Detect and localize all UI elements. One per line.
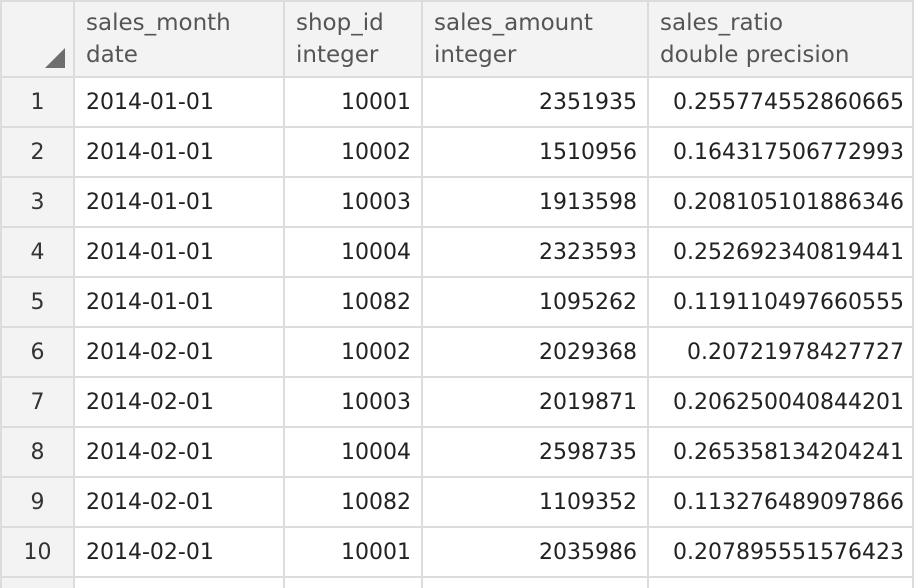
table-row[interactable]: 8 2014-02-01 10004 2598735 0.26535813420… [0,426,914,478]
row-number[interactable]: 4 [0,226,75,278]
cell-shop-id[interactable]: 10003 [283,376,423,428]
cell-sales-amount[interactable]: 2035986 [421,526,649,578]
cell-sales-amount[interactable]: 2598735 [421,426,649,478]
cell-sales-amount[interactable]: 2019871 [421,376,649,428]
table-row[interactable]: 3 2014-01-01 10003 1913598 0.20810510188… [0,176,914,228]
table-row[interactable]: 10 2014-02-01 10001 2035986 0.2078955515… [0,526,914,578]
cell-shop-id[interactable]: 10001 [283,76,423,128]
cell-sales-amount[interactable]: 1913598 [421,176,649,228]
cell-shop-id[interactable]: 10082 [283,476,423,528]
table-row[interactable]: 4 2014-01-01 10004 2323593 0.25269234081… [0,226,914,278]
cell-sales-month[interactable]: 2014-02-01 [73,326,285,378]
row-number[interactable]: 5 [0,276,75,328]
table-row[interactable]: 6 2014-02-01 10002 2029368 0.20721978427… [0,326,914,378]
cell-sales-month[interactable]: 2014-01-01 [73,176,285,228]
cell-sales-ratio[interactable]: 0.20721978427727 [647,326,914,378]
table-header: sales_month date shop_id integer sales_a… [0,0,914,78]
row-number[interactable]: 6 [0,326,75,378]
row-number [0,576,75,588]
cell-sales-month[interactable]: 2014-02-01 [73,426,285,478]
column-name: shop_id [296,10,384,36]
cell-sales-ratio[interactable]: 0.255774552860665 [647,76,914,128]
results-table: sales_month date shop_id integer sales_a… [0,0,914,588]
cell-sales-ratio[interactable]: 0.265358134204241 [647,426,914,478]
cell-sales-amount[interactable]: 2323593 [421,226,649,278]
row-number[interactable]: 9 [0,476,75,528]
table-row[interactable]: 7 2014-02-01 10003 2019871 0.20625004084… [0,376,914,428]
cell-sales-ratio[interactable]: 0.252692340819441 [647,226,914,278]
cell-sales-month[interactable]: 2014-01-01 [73,226,285,278]
column-type: integer [434,42,517,68]
select-all-triangle-icon [45,48,65,68]
column-name: sales_amount [434,10,593,36]
results-grid: sales_month date shop_id integer sales_a… [0,0,920,588]
table-row-partial [0,576,914,588]
cell-sales-amount[interactable]: 2029368 [421,326,649,378]
cell-shop-id[interactable]: 10002 [283,126,423,178]
column-name: sales_month [86,10,231,36]
column-type: date [86,42,138,68]
column-header-shop-id[interactable]: shop_id integer [283,0,423,78]
cell-sales-ratio[interactable]: 0.113276489097866 [647,476,914,528]
cell-sales-amount[interactable]: 1109352 [421,476,649,528]
cell-shop-id[interactable]: 10003 [283,176,423,228]
table-row[interactable]: 5 2014-01-01 10082 1095262 0.11911049766… [0,276,914,328]
cell-shop-id[interactable]: 10004 [283,426,423,478]
column-header-sales-month[interactable]: sales_month date [73,0,285,78]
cell-sales-ratio[interactable]: 0.164317506772993 [647,126,914,178]
cell-shop-id[interactable]: 10001 [283,526,423,578]
row-number[interactable]: 8 [0,426,75,478]
column-header-sales-ratio[interactable]: sales_ratio double precision [647,0,914,78]
cell-sales-amount[interactable]: 2351935 [421,76,649,128]
column-name: sales_ratio [660,10,784,36]
row-number[interactable]: 3 [0,176,75,228]
cell-sales-ratio[interactable]: 0.208105101886346 [647,176,914,228]
table-row[interactable]: 1 2014-01-01 10001 2351935 0.25577455286… [0,76,914,128]
cell-empty [647,576,914,588]
column-type: double precision [660,42,850,68]
cell-sales-ratio[interactable]: 0.119110497660555 [647,276,914,328]
cell-shop-id[interactable]: 10002 [283,326,423,378]
table-body: 1 2014-01-01 10001 2351935 0.25577455286… [0,76,914,588]
row-number[interactable]: 7 [0,376,75,428]
cell-sales-month[interactable]: 2014-01-01 [73,76,285,128]
cell-shop-id[interactable]: 10082 [283,276,423,328]
cell-empty [73,576,285,588]
cell-sales-month[interactable]: 2014-02-01 [73,526,285,578]
table-row[interactable]: 9 2014-02-01 10082 1109352 0.11327648909… [0,476,914,528]
cell-sales-ratio[interactable]: 0.207895551576423 [647,526,914,578]
cell-sales-amount[interactable]: 1095262 [421,276,649,328]
row-number[interactable]: 10 [0,526,75,578]
cell-sales-month[interactable]: 2014-01-01 [73,276,285,328]
cell-sales-ratio[interactable]: 0.206250040844201 [647,376,914,428]
select-all-corner[interactable] [0,0,75,78]
cell-sales-month[interactable]: 2014-01-01 [73,126,285,178]
row-number[interactable]: 2 [0,126,75,178]
cell-empty [283,576,423,588]
cell-sales-month[interactable]: 2014-02-01 [73,476,285,528]
table-row[interactable]: 2 2014-01-01 10002 1510956 0.16431750677… [0,126,914,178]
column-type: integer [296,42,379,68]
cell-shop-id[interactable]: 10004 [283,226,423,278]
cell-empty [421,576,649,588]
cell-sales-amount[interactable]: 1510956 [421,126,649,178]
cell-sales-month[interactable]: 2014-02-01 [73,376,285,428]
column-header-sales-amount[interactable]: sales_amount integer [421,0,649,78]
row-number[interactable]: 1 [0,76,75,128]
